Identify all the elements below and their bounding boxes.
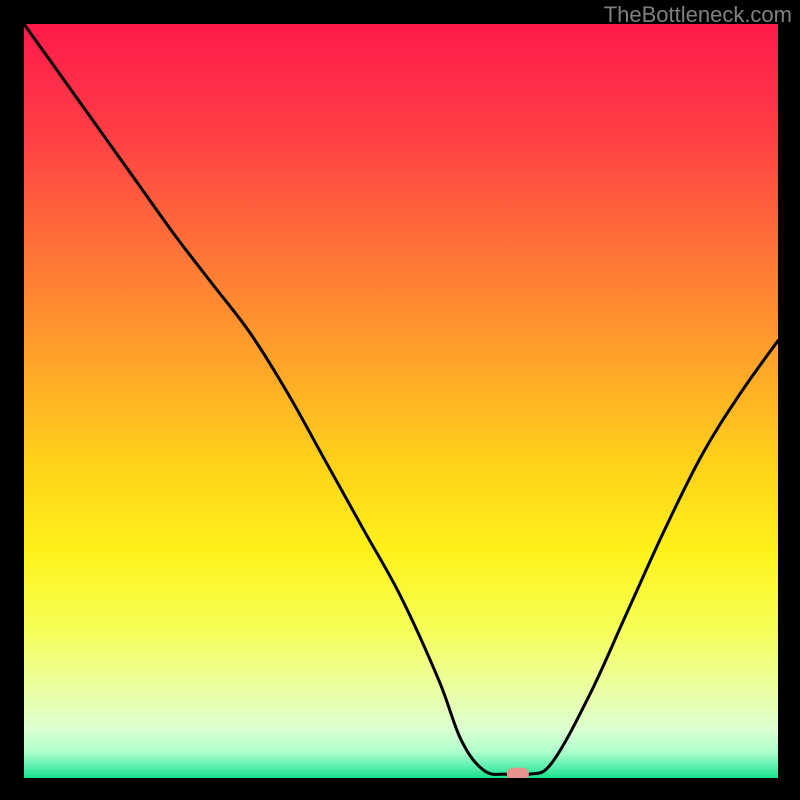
bottleneck-chart: [24, 24, 778, 778]
gradient-background: [24, 24, 778, 778]
watermark-label: TheBottleneck.com: [604, 2, 792, 28]
chart-area: [24, 24, 778, 778]
optimum-marker: [507, 768, 529, 778]
